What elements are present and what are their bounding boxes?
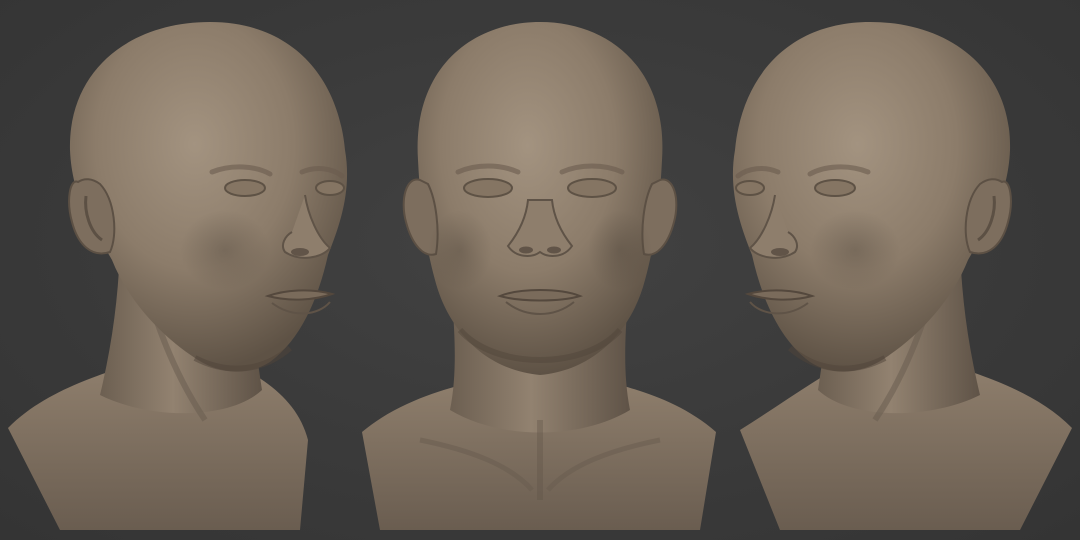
- head-bust-front: [362, 22, 716, 530]
- head-bust-three-quarter-right: [8, 22, 348, 530]
- head-bust-three-quarter-left: [732, 22, 1072, 530]
- sculpt-turnaround-canvas: [0, 0, 1080, 540]
